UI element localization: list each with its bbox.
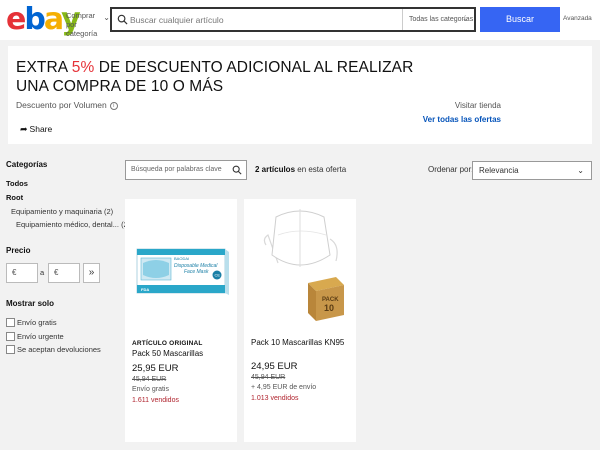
results-count: 2 artículos en esta oferta xyxy=(255,165,347,174)
search-input[interactable] xyxy=(130,9,400,30)
sort-select-value: Relevancia xyxy=(479,166,519,175)
sort-label: Ordenar por: xyxy=(428,165,474,174)
search-button[interactable]: Buscar xyxy=(480,7,560,32)
product-image-mask-box[interactable]: BAODAI Disposable Medical Face Mask CE F… xyxy=(129,205,233,329)
product-shipping: + 4,95 EUR de envío xyxy=(251,384,317,391)
svg-text:CE: CE xyxy=(215,273,221,278)
svg-text:FDA: FDA xyxy=(141,287,149,292)
shop-by-category-label: Comprar por categoría xyxy=(66,11,98,38)
svg-text:BAODAI: BAODAI xyxy=(174,256,189,261)
offer-title: EXTRA 5% DE DESCUENTO ADICIONAL AL REALI… xyxy=(16,59,414,95)
product-sold-count: 1.013 vendidos xyxy=(251,395,299,402)
svg-text:10: 10 xyxy=(324,303,334,313)
top-bar: ebay Comprar por categoría ⌄ Todas las c… xyxy=(0,0,600,40)
product-old-price: 45,94 EUR xyxy=(132,376,167,383)
category-all[interactable]: Todos xyxy=(6,179,28,188)
returns-accepted-checkbox[interactable] xyxy=(6,345,15,354)
keyword-search-input[interactable]: Búsqueda por palabras clave xyxy=(125,160,247,180)
chevron-down-icon: ⌄ xyxy=(577,166,584,175)
returns-accepted-label: Se aceptan devoluciones xyxy=(17,345,101,354)
chevron-down-icon: ⌄ xyxy=(103,13,110,22)
svg-text:Face Mask: Face Mask xyxy=(184,269,209,275)
price-heading: Precio xyxy=(6,246,31,255)
express-shipping-checkbox[interactable] xyxy=(6,332,15,341)
category-select[interactable]: Todas las categorías ⌄ xyxy=(402,9,474,30)
sidebar-item-equipamiento[interactable]: Equipamiento y maquinaria (2) xyxy=(11,207,113,216)
share-button[interactable]: ➦ Share xyxy=(20,124,52,135)
product-sold-count: 1.611 vendidos xyxy=(132,397,179,404)
categories-heading: Categorías xyxy=(6,160,48,169)
product-price: 25,95 EUR xyxy=(132,363,179,374)
keyword-placeholder: Búsqueda por palabras clave xyxy=(131,166,222,173)
shop-by-category-button[interactable]: Comprar por categoría ⌄ xyxy=(66,11,110,38)
chevron-down-icon: ⌄ xyxy=(462,16,468,23)
search-icon xyxy=(117,14,128,25)
show-only-heading: Mostrar solo xyxy=(6,299,55,308)
offer-banner: EXTRA 5% DE DESCUENTO ADICIONAL AL REALI… xyxy=(8,46,592,144)
price-min-input[interactable]: € xyxy=(6,263,38,283)
price-max-input[interactable]: € xyxy=(48,263,80,283)
price-to-label: a xyxy=(40,268,45,277)
product-old-price: 45,94 EUR xyxy=(251,374,286,381)
double-chevron-right-icon: » xyxy=(88,267,95,278)
sidebar-item-medico[interactable]: Equipamiento médico, dental... (2) xyxy=(16,220,130,229)
product-title[interactable]: Pack 50 Mascarillas xyxy=(132,349,203,358)
offer-subtitle: Descuento por Volumen i xyxy=(16,100,118,110)
product-image-kn95[interactable]: PACK 10 xyxy=(248,205,352,329)
product-card[interactable]: BAODAI Disposable Medical Face Mask CE F… xyxy=(125,199,237,442)
search-icon[interactable] xyxy=(232,165,242,175)
express-shipping-label: Envío urgente xyxy=(17,332,64,341)
product-card[interactable]: PACK 10 Pack 10 Mascarillas KN95 24,95 E… xyxy=(244,199,356,442)
share-icon: ➦ xyxy=(20,124,28,134)
product-price: 24,95 EUR xyxy=(251,361,298,372)
all-offers-link[interactable]: Ver todas las ofertas xyxy=(423,115,501,124)
info-icon[interactable]: i xyxy=(109,101,118,110)
category-root[interactable]: Root xyxy=(6,193,23,202)
free-shipping-label: Envío gratis xyxy=(17,318,57,327)
product-shipping: Envío gratis xyxy=(132,386,169,393)
product-title[interactable]: Pack 10 Mascarillas KN95 xyxy=(251,338,344,347)
search-bar: Todas las categorías ⌄ xyxy=(110,7,476,32)
free-shipping-checkbox[interactable] xyxy=(6,318,15,327)
advanced-search-link[interactable]: Avanzada xyxy=(563,15,592,22)
original-item-tag: ARTÍCULO ORIGINAL xyxy=(132,340,203,347)
offer-percent: 5% xyxy=(71,59,95,76)
sort-select[interactable]: Relevancia ⌄ xyxy=(472,161,592,180)
price-submit-button[interactable]: » xyxy=(83,263,100,283)
visit-store-link[interactable]: Visitar tienda xyxy=(455,101,501,110)
